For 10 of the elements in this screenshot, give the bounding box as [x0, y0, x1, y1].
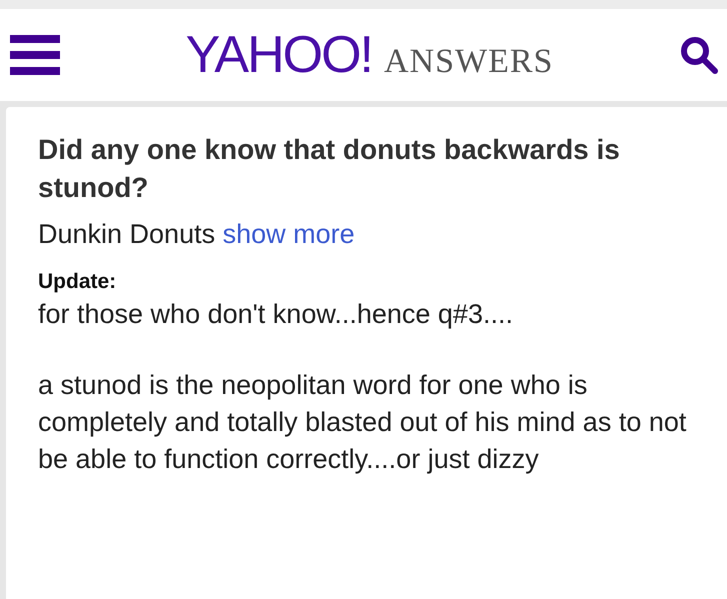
question-title: Did any one know that donuts backwards is stunod?: [38, 133, 621, 205]
question-details: Dunkin Donuts show more: [38, 219, 356, 250]
update-text: a stunod is the neopolitan word for one who is completely and totally blasted out of his mind as to not be able to function correctly....or just dizzy: [38, 369, 687, 476]
site-logo[interactable]: YAHOO!: [186, 25, 372, 85]
search-icon[interactable]: [679, 35, 719, 75]
update-text: for those who don't know...hence q#3....: [38, 298, 514, 331]
menu-icon[interactable]: [10, 35, 60, 75]
show-more-link[interactable]: show more: [222, 219, 355, 249]
update-label: Update:: [38, 270, 118, 294]
section-title: ANSWERS: [384, 43, 554, 81]
